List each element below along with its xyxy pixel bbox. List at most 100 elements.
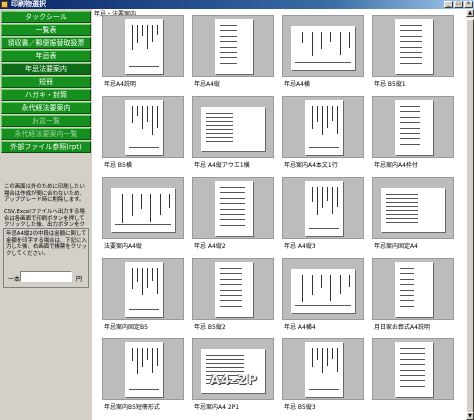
thumbnail-caption: 年忌案内固定A4 xyxy=(374,243,418,250)
thumbnail-preview[interactable] xyxy=(282,338,364,400)
text-line xyxy=(132,25,133,50)
text-line xyxy=(400,369,426,371)
thumbnail-preview[interactable] xyxy=(102,96,184,158)
text-line xyxy=(322,348,323,373)
text-line xyxy=(206,113,233,114)
text-line xyxy=(220,300,243,302)
scroll-thumb[interactable] xyxy=(466,19,474,413)
text-line xyxy=(220,25,237,26)
yen-unit: 円 xyxy=(76,276,83,283)
text-line xyxy=(220,30,237,32)
menu-button-tack-seal[interactable]: タックシール xyxy=(1,11,91,23)
text-line xyxy=(400,364,426,366)
text-line xyxy=(137,106,138,116)
maximize-button[interactable]: □ xyxy=(454,1,463,8)
menu-button-hagaki[interactable]: ハガキ・封筒 xyxy=(1,89,91,101)
text-line xyxy=(220,57,237,59)
thumbnail-preview[interactable] xyxy=(102,15,184,77)
thumbnail-preview[interactable] xyxy=(102,258,184,320)
text-line xyxy=(147,25,148,49)
thumbnail-preview[interactable] xyxy=(192,258,274,320)
text-line xyxy=(400,380,426,382)
text-line xyxy=(137,348,138,374)
thumbnail-preview[interactable] xyxy=(282,177,364,239)
thumbnail-caption: 年忌案内A4枠付 xyxy=(374,162,418,169)
thumbnail-caption: 年忌 B5縦1 xyxy=(374,81,406,88)
thumbnail-preview[interactable] xyxy=(372,96,454,158)
text-line xyxy=(206,371,244,372)
text-line xyxy=(400,305,414,307)
thumbnail-preview[interactable] xyxy=(282,258,364,320)
thumbnail-preview[interactable] xyxy=(192,15,274,77)
text-line xyxy=(142,268,143,295)
text-line xyxy=(400,116,420,118)
text-line xyxy=(220,41,237,43)
thumbnail-preview[interactable] xyxy=(192,96,274,158)
thumbnail-caption: 年忌案内固定B5 xyxy=(104,324,148,331)
text-line xyxy=(400,132,420,134)
text-line xyxy=(150,194,152,222)
text-line xyxy=(400,57,423,59)
thumbnail-caption: 年忌 B5横 xyxy=(104,162,132,169)
text-line xyxy=(220,278,243,280)
text-line xyxy=(386,202,419,203)
thumbnail-preview[interactable] xyxy=(102,338,184,400)
text-line xyxy=(332,187,333,214)
price-input[interactable] xyxy=(20,271,72,282)
thumbnail-preview[interactable] xyxy=(192,177,274,239)
text-line xyxy=(206,129,233,130)
scroll-up-icon[interactable]: ▲ xyxy=(466,9,474,17)
text-line xyxy=(295,305,351,306)
minimize-button[interactable]: _ xyxy=(444,1,453,8)
thumbnail-preview[interactable] xyxy=(282,15,364,77)
text-line xyxy=(400,138,420,140)
thumbnail-caption: 年忌 A4横4 xyxy=(284,324,316,331)
thumbnail-preview[interactable] xyxy=(372,258,454,320)
menu-button-receipt[interactable]: 領収書／郵便振替取扱票 xyxy=(1,37,91,49)
text-line xyxy=(327,106,328,128)
text-line xyxy=(152,268,153,281)
thumbnail-preview[interactable] xyxy=(372,15,454,77)
text-line xyxy=(339,275,341,294)
thumbnail-preview[interactable] xyxy=(282,96,364,158)
text-line xyxy=(386,214,419,215)
text-line xyxy=(400,51,423,53)
thumbnail-preview[interactable] xyxy=(372,177,454,239)
text-line xyxy=(330,32,332,42)
text-line xyxy=(386,194,419,195)
text-line xyxy=(400,374,426,376)
thumbnail-preview[interactable] xyxy=(372,338,454,400)
text-line xyxy=(400,30,423,32)
count-label: 一本 xyxy=(8,276,21,283)
menu-button-tanzaku[interactable]: 短冊 xyxy=(1,76,91,88)
menu-button-nenki-table[interactable]: 年忌表 xyxy=(1,50,91,62)
text-line xyxy=(157,106,158,128)
text-line xyxy=(129,309,159,310)
text-line xyxy=(330,275,332,301)
text-line xyxy=(220,46,237,48)
text-line xyxy=(400,268,414,269)
close-button[interactable]: × xyxy=(464,1,473,8)
text-line xyxy=(309,228,339,229)
text-line xyxy=(400,62,423,64)
text-line xyxy=(129,147,159,148)
menu-button-list[interactable]: 一覧表 xyxy=(1,24,91,36)
thumbnail-preview[interactable]: A4-2P xyxy=(192,338,274,400)
text-line xyxy=(129,66,159,67)
text-line xyxy=(137,25,138,43)
scroll-down-icon[interactable]: ▼ xyxy=(466,412,474,420)
thumbnail-caption: 年忌A4説明 xyxy=(104,81,136,88)
thumbnail-caption: 年忌A4縦 xyxy=(194,81,220,88)
text-line xyxy=(302,275,304,302)
text-line xyxy=(115,224,171,225)
menu-button-eitaikyou-list: 永代経法要案内一覧 xyxy=(1,128,91,140)
text-line xyxy=(220,187,246,188)
vertical-scrollbar[interactable]: ▲ ▼ xyxy=(466,9,474,420)
menu-button-eitaikyou[interactable]: 永代経法要案内 xyxy=(1,102,91,114)
text-line xyxy=(317,106,318,122)
thumbnail-preview[interactable] xyxy=(102,177,184,239)
text-line xyxy=(312,106,313,129)
menu-button-external-file[interactable]: 外部ファイル参照(rpt) xyxy=(1,141,91,153)
text-line xyxy=(206,137,233,138)
menu-button-nenki-houyou[interactable]: 年忌法要案内 xyxy=(1,63,91,75)
